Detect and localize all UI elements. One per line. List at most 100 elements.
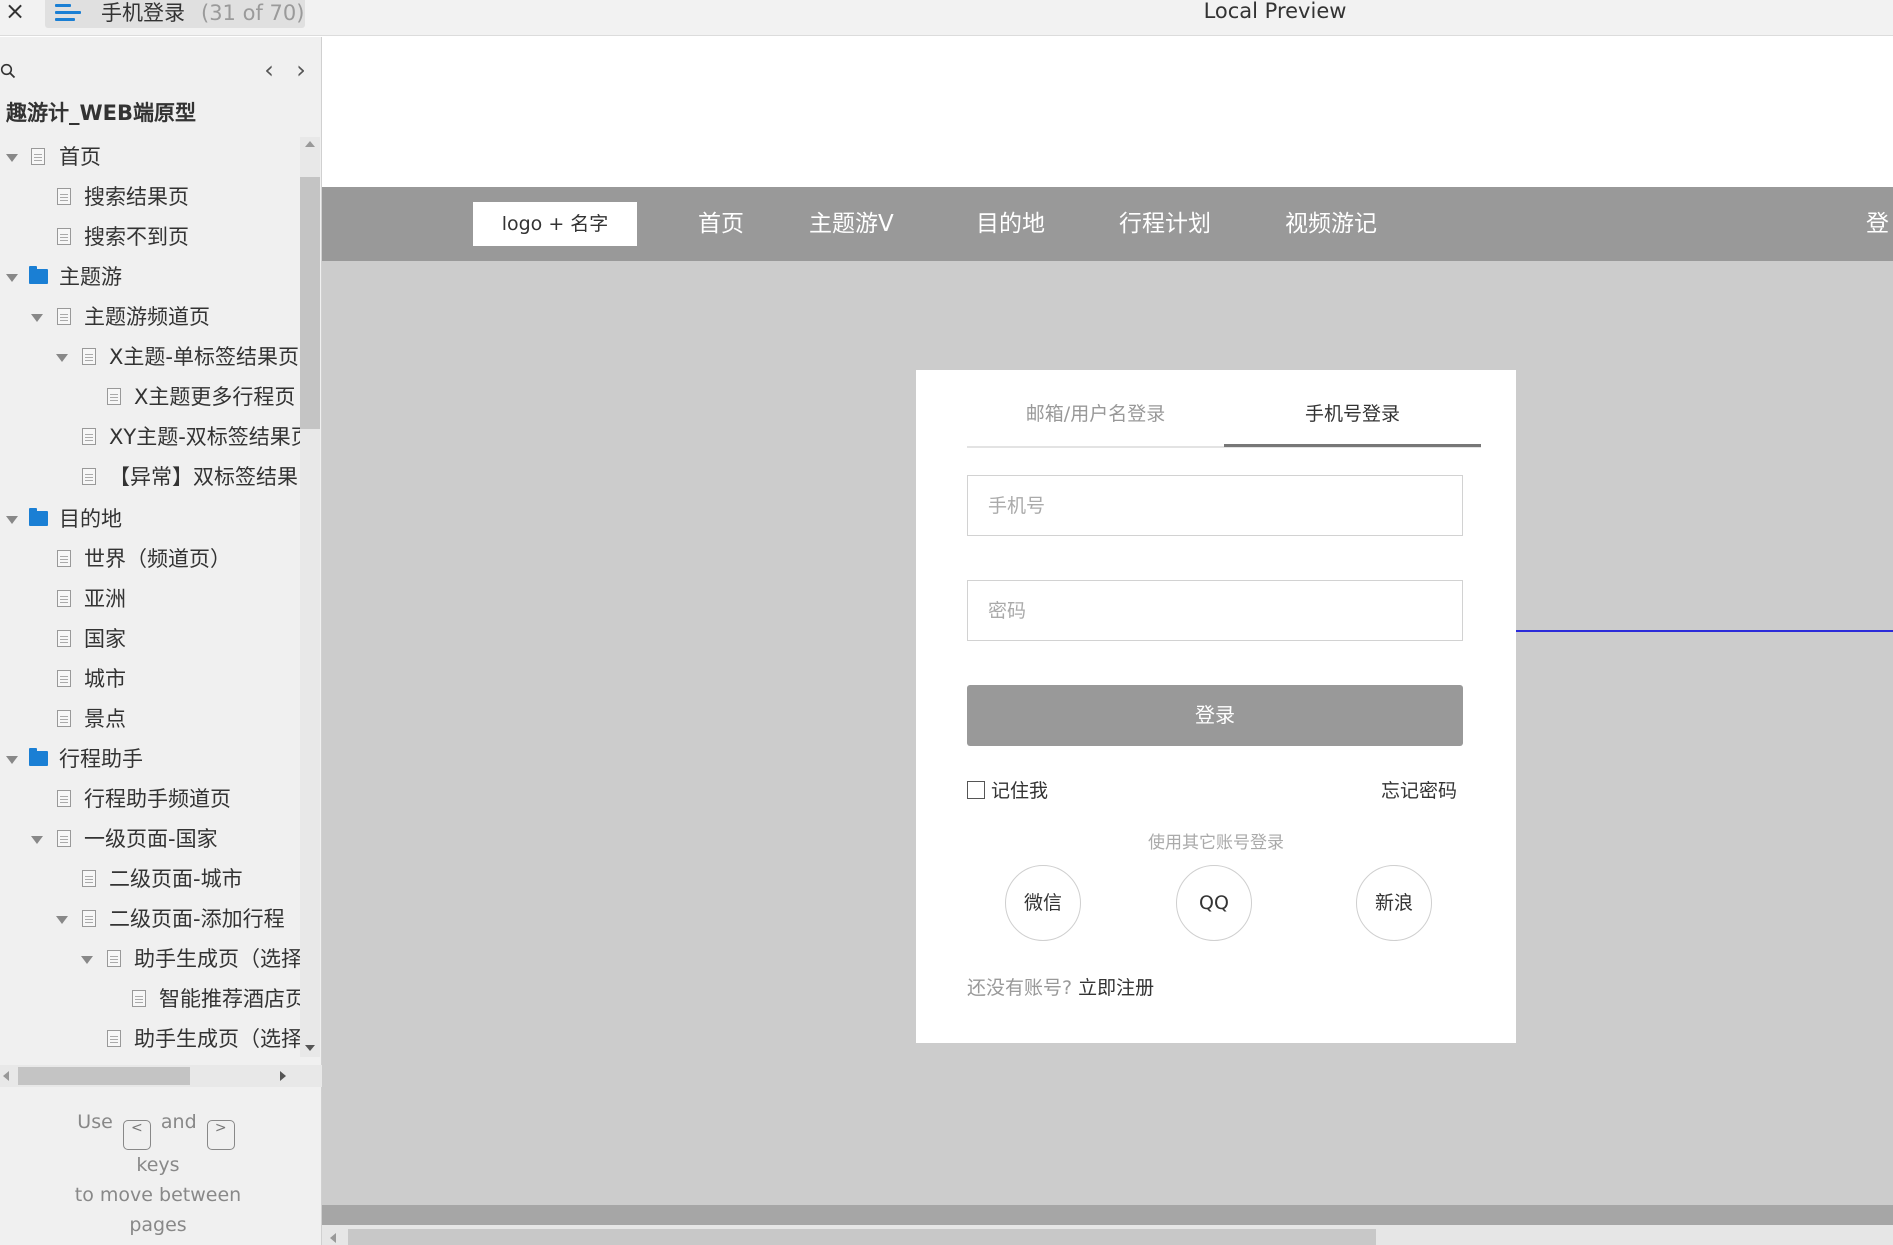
tree-item[interactable]: X主题更多行程页 xyxy=(0,377,300,417)
tab-phone-login[interactable]: 手机号登录 xyxy=(1224,400,1481,428)
next-page-button[interactable]: › xyxy=(290,58,312,82)
tree-item[interactable]: 搜索结果页 xyxy=(0,177,300,217)
menu-icon[interactable] xyxy=(55,2,81,24)
expand-caret-icon[interactable] xyxy=(31,836,43,844)
folder-icon xyxy=(29,266,48,284)
prev-key-icon: < xyxy=(122,1120,151,1150)
tree-item[interactable]: 国家 xyxy=(0,619,300,659)
page-icon xyxy=(57,188,71,205)
expand-caret-icon[interactable] xyxy=(6,154,18,162)
scroll-right-icon[interactable] xyxy=(280,1071,286,1081)
tree-item[interactable]: 目的地 xyxy=(0,499,300,539)
tree-horizontal-scrollbar[interactable] xyxy=(0,1065,322,1087)
top-bar: × 手机登录 (31 of 70) Local Preview xyxy=(0,0,1893,36)
tree-item[interactable]: 智能推荐酒店页 xyxy=(0,979,300,1019)
page-icon xyxy=(57,630,71,647)
tree-item[interactable]: 一级页面-国家 xyxy=(0,819,300,859)
nav-link-destination[interactable]: 目的地 xyxy=(976,207,1045,241)
help-text: Use xyxy=(77,1111,113,1133)
scrollbar-thumb[interactable] xyxy=(300,177,320,429)
tree-item-label: 二级页面-添加行程 xyxy=(109,907,285,931)
tree-item[interactable]: 【异常】双标签结果 xyxy=(0,457,300,497)
page-icon xyxy=(31,148,45,165)
scroll-down-icon[interactable] xyxy=(305,1045,315,1051)
tree-item-label: 行程助手 xyxy=(59,747,143,771)
tree-item-label: 行程助手频道页 xyxy=(84,787,231,811)
nav-link-theme-tour[interactable]: 主题游V xyxy=(809,207,894,241)
tree-item[interactable]: XY主题-双标签结果页 xyxy=(0,417,300,457)
tree-item[interactable]: 城市 xyxy=(0,659,300,699)
nav-link-login[interactable]: 登 xyxy=(1866,207,1889,241)
nav-link-home[interactable]: 首页 xyxy=(698,207,744,241)
scroll-up-icon[interactable] xyxy=(305,141,315,147)
help-text: pages xyxy=(129,1214,187,1236)
project-title: 趣游计_WEB端原型 xyxy=(6,101,197,125)
expand-caret-icon[interactable] xyxy=(56,916,68,924)
wechat-login-button[interactable]: 微信 xyxy=(1005,865,1081,941)
checkbox-icon[interactable] xyxy=(967,781,985,799)
forgot-password-link[interactable]: 忘记密码 xyxy=(1381,778,1457,804)
tree-item[interactable]: 二级页面-添加行程 xyxy=(0,899,300,939)
expand-caret-icon[interactable] xyxy=(6,516,18,524)
scroll-left-icon[interactable] xyxy=(330,1233,336,1243)
tree-item[interactable]: 景点 xyxy=(0,699,300,739)
page-icon xyxy=(107,388,121,405)
expand-caret-icon[interactable] xyxy=(81,956,93,964)
nav-link-trip-plan[interactable]: 行程计划 xyxy=(1119,207,1211,241)
tree-item[interactable]: 世界（频道页） xyxy=(0,539,300,579)
tree-item[interactable]: 搜索不到页 xyxy=(0,217,300,257)
tree-item[interactable]: 二级页面-城市 xyxy=(0,859,300,899)
qq-login-button[interactable]: QQ xyxy=(1176,865,1252,941)
preview-horizontal-scrollbar[interactable] xyxy=(322,1225,1893,1245)
tree-item-label: 主题游 xyxy=(59,265,122,289)
tree-item[interactable]: 主题游频道页 xyxy=(0,297,300,337)
tree-item[interactable]: 助手生成页（选择 xyxy=(0,1019,300,1057)
tree-item[interactable]: 首页 xyxy=(0,137,300,177)
preview-canvas: logo + 名字 首页 主题游V 目的地 行程计划 视频游记 登 邮箱/用户名… xyxy=(322,37,1893,1245)
help-text: to move between xyxy=(74,1184,242,1206)
active-tab-indicator xyxy=(1224,444,1481,447)
folder-icon xyxy=(29,508,48,526)
search-icon[interactable] xyxy=(0,63,16,79)
sidebar-search-row: ‹ › xyxy=(0,49,322,89)
help-text: and xyxy=(160,1111,197,1133)
tree-item[interactable]: 行程助手 xyxy=(0,739,300,779)
weibo-login-button[interactable]: 新浪 xyxy=(1356,865,1432,941)
scrollbar-thumb[interactable] xyxy=(348,1229,1376,1245)
tree-item[interactable]: 亚洲 xyxy=(0,579,300,619)
site-navbar: logo + 名字 首页 主题游V 目的地 行程计划 视频游记 登 xyxy=(322,187,1893,261)
tree-item[interactable]: 主题游 xyxy=(0,257,300,297)
tree-vertical-scrollbar[interactable] xyxy=(300,137,320,1057)
scrollbar-thumb[interactable] xyxy=(18,1067,190,1085)
page-icon xyxy=(82,348,96,365)
register-link[interactable]: 立即注册 xyxy=(1078,977,1154,999)
tab-email-login[interactable]: 邮箱/用户名登录 xyxy=(967,400,1224,428)
nav-link-video-travel[interactable]: 视频游记 xyxy=(1285,207,1377,241)
previous-page-button[interactable]: ‹ xyxy=(258,58,280,82)
phone-input[interactable] xyxy=(967,475,1463,536)
page-icon xyxy=(82,468,96,485)
page-selector[interactable]: 手机登录 (31 of 70) xyxy=(45,0,305,28)
close-icon[interactable]: × xyxy=(4,0,26,24)
site-logo[interactable]: logo + 名字 xyxy=(473,202,637,246)
password-input[interactable] xyxy=(967,580,1463,641)
tree-item-label: 世界（频道页） xyxy=(84,547,231,571)
tree-item[interactable]: 助手生成页（选择 xyxy=(0,939,300,979)
login-button[interactable]: 登录 xyxy=(967,685,1463,746)
page-icon xyxy=(82,870,96,887)
tree-item-label: XY主题-双标签结果页 xyxy=(109,425,300,449)
expand-caret-icon[interactable] xyxy=(6,274,18,282)
tree-item-label: 亚洲 xyxy=(84,587,126,611)
tree-item-label: X主题-单标签结果页 xyxy=(109,345,299,369)
expand-caret-icon[interactable] xyxy=(56,354,68,362)
page-icon xyxy=(107,950,121,967)
tree-item[interactable]: 行程助手频道页 xyxy=(0,779,300,819)
tree-item-label: 【异常】双标签结果 xyxy=(109,465,298,489)
page-icon xyxy=(82,910,96,927)
expand-caret-icon[interactable] xyxy=(6,756,18,764)
scroll-left-icon[interactable] xyxy=(3,1071,9,1081)
register-row: 还没有账号? 立即注册 xyxy=(967,975,1154,1001)
expand-caret-icon[interactable] xyxy=(31,314,43,322)
tree-item[interactable]: X主题-单标签结果页 xyxy=(0,337,300,377)
login-tabs: 邮箱/用户名登录 手机号登录 xyxy=(967,370,1481,448)
